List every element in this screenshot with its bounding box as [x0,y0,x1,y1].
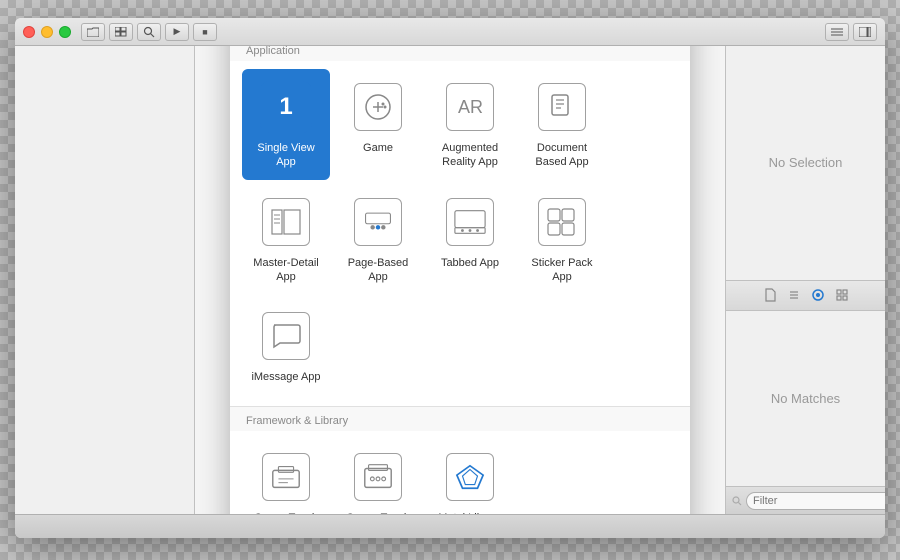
framework-grid: Cocoa Touch Framework Cocoa Touch Static… [230,431,690,514]
template-cocoa-static[interactable]: Cocoa Touch Static Library [334,439,422,514]
modal-body: Application 1 Single View App [230,46,690,514]
game-icon-wrapper [350,79,406,135]
template-ar[interactable]: AR Augmented Reality App [426,69,514,180]
play-button[interactable]: ▶ [165,23,189,41]
template-cocoa-framework[interactable]: Cocoa Touch Framework [242,439,330,514]
template-sticker-pack[interactable]: Sticker Pack App [518,184,606,295]
cocoa-framework-icon-wrapper [258,449,314,505]
left-sidebar [15,46,195,514]
template-page-based[interactable]: Page-Based App [334,184,422,295]
ar-icon: AR [446,83,494,131]
right-panel-no-selection: No Selection [726,46,885,281]
template-imessage[interactable]: iMessage App [242,298,330,394]
ar-icon-wrapper: AR [442,79,498,135]
page-based-icon [354,198,402,246]
tabbed-icon-wrapper [442,194,498,250]
title-bar: ▶ ■ [15,18,885,46]
section-application-header: Application [230,46,690,61]
right-panel: No Selection [725,46,885,514]
game-label: Game [363,141,393,155]
search-toolbar-icon[interactable] [137,23,161,41]
main-content: Choose a template for your new project: … [15,46,885,514]
master-detail-icon [262,198,310,246]
maximize-button[interactable] [59,26,71,38]
xcode-window: ▶ ■ Choose a template for your new proje… [15,18,885,538]
metal-icon [446,453,494,501]
single-view-icon-wrapper: 1 [258,79,314,135]
imessage-icon [262,312,310,360]
folder-icon[interactable] [81,23,105,41]
inspector-toggle-icon[interactable] [853,23,877,41]
cocoa-static-icon [354,453,402,501]
ar-label: Augmented Reality App [432,141,508,170]
master-detail-icon-wrapper [258,194,314,250]
center-area: Choose a template for your new project: … [195,46,725,514]
grid-toolbar-icon[interactable] [834,287,850,303]
cocoa-framework-icon [262,453,310,501]
title-bar-controls: ▶ ■ [81,23,217,41]
grid-icon[interactable] [109,23,133,41]
template-metal[interactable]: Metal Library [426,439,514,514]
right-panel-toolbar [726,281,885,311]
traffic-lights [23,26,71,38]
right-panel-filter [726,486,885,514]
cocoa-framework-label: Cocoa Touch Framework [248,511,324,514]
no-matches-area: No Matches [726,311,885,487]
single-view-icon: 1 [260,81,312,133]
page-based-label: Page-Based App [340,256,416,285]
tabbed-icon [446,198,494,246]
single-view-label: Single View App [248,141,324,170]
application-grid: 1 Single View App Game [230,61,690,406]
template-single-view[interactable]: 1 Single View App [242,69,330,180]
master-detail-label: Master-Detail App [248,256,324,285]
template-master-detail[interactable]: Master-Detail App [242,184,330,295]
template-game[interactable]: Game [334,69,422,180]
sticker-pack-icon [538,198,586,246]
minimize-button[interactable] [41,26,53,38]
imessage-label: iMessage App [251,370,320,384]
title-bar-right [825,23,877,41]
imessage-icon-wrapper [258,308,314,364]
no-selection-label: No Selection [769,155,843,170]
close-button[interactable] [23,26,35,38]
game-icon [354,83,402,131]
cocoa-static-icon-wrapper [350,449,406,505]
sticker-pack-label: Sticker Pack App [524,256,600,285]
stop-button[interactable]: ■ [193,23,217,41]
circle-toolbar-icon[interactable] [810,287,826,303]
page-based-icon-wrapper [350,194,406,250]
sticker-pack-icon-wrapper [534,194,590,250]
right-panel-filter-input[interactable] [746,492,885,510]
template-tabbed[interactable]: Tabbed App [426,184,514,295]
metal-label: Metal Library [438,511,502,514]
cocoa-static-label: Cocoa Touch Static Library [340,511,416,514]
svg-text:AR: AR [458,97,483,117]
right-panel-bottom: No Matches [726,281,885,515]
document-label: Document Based App [524,141,600,170]
template-document[interactable]: Document Based App [518,69,606,180]
sidebar-toggle-icon[interactable] [825,23,849,41]
status-bar [15,514,885,538]
section-framework-header: Framework & Library [230,407,690,431]
no-matches-label: No Matches [771,391,840,406]
list-toolbar-icon[interactable] [786,287,802,303]
tabbed-label: Tabbed App [441,256,499,270]
file-toolbar-icon[interactable] [762,287,778,303]
template-modal: Choose a template for your new project: … [230,46,690,514]
metal-icon-wrapper [442,449,498,505]
document-icon-wrapper [534,79,590,135]
document-icon [538,83,586,131]
